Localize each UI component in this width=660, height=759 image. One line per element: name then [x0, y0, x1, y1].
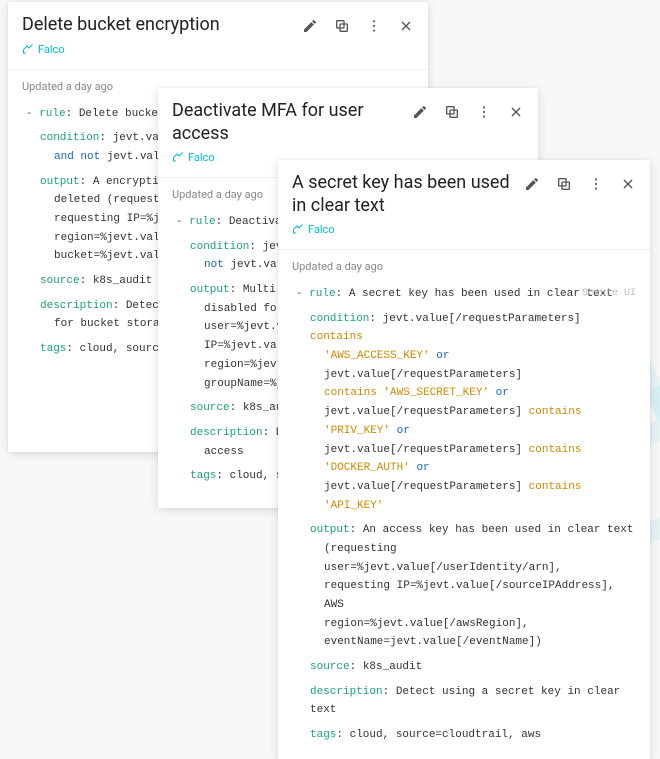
rule-card-secret-key: A secret key has been used in clear text…: [278, 160, 650, 759]
brand-label: Falco: [308, 223, 335, 236]
copy-icon[interactable]: [444, 104, 460, 124]
code-area: Secure UI - rule: A secret key has been …: [278, 279, 650, 759]
copy-icon[interactable]: [556, 176, 572, 196]
copy-icon[interactable]: [334, 18, 350, 38]
edit-icon[interactable]: [412, 104, 428, 124]
card-title: A secret key has been used in clear text: [292, 172, 524, 217]
card-header: A secret key has been used in clear text…: [278, 160, 650, 245]
card-title: Deactivate MFA for user access: [172, 100, 412, 145]
close-icon[interactable]: [620, 176, 636, 196]
falco-icon: [172, 148, 184, 167]
brand-label: Falco: [188, 151, 215, 164]
card-title: Delete bucket encryption: [22, 14, 302, 37]
brand-row: Falco: [292, 220, 524, 239]
edit-icon[interactable]: [524, 176, 540, 196]
secure-ui-tag: Secure UI: [582, 285, 636, 302]
more-icon[interactable]: [588, 176, 604, 196]
brand-label: Falco: [38, 43, 65, 56]
falco-icon: [292, 220, 304, 239]
close-icon[interactable]: [398, 18, 414, 38]
brand-row: Falco: [22, 40, 302, 59]
close-icon[interactable]: [508, 104, 524, 124]
falco-icon: [22, 40, 34, 59]
edit-icon[interactable]: [302, 18, 318, 38]
card-header: Delete bucket encryption Falco: [8, 2, 428, 65]
more-icon[interactable]: [476, 104, 492, 124]
updated-label: Updated a day ago: [278, 250, 650, 279]
more-icon[interactable]: [366, 18, 382, 38]
